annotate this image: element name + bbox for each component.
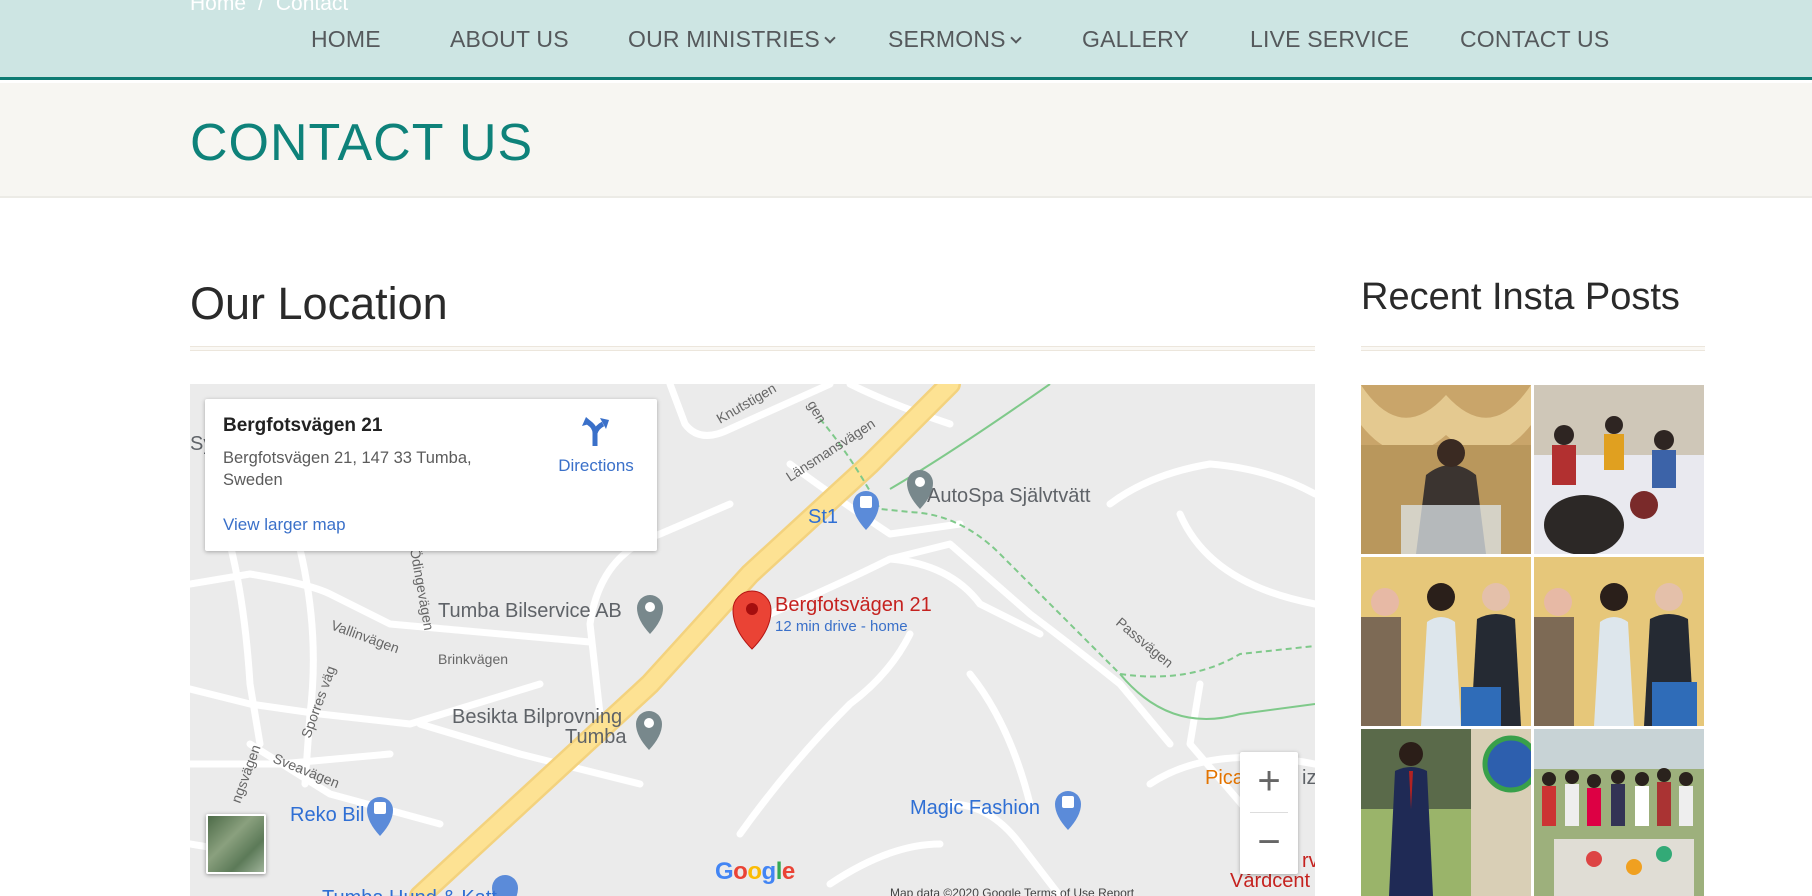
- place-label-autospa[interactable]: AutoSpa Självtvätt: [927, 485, 1090, 508]
- insta-post[interactable]: [1361, 729, 1531, 896]
- insta-divider: [1361, 346, 1705, 351]
- nav-gallery-label: GALLERY: [1082, 26, 1190, 52]
- insta-post[interactable]: [1534, 557, 1704, 726]
- directions-button[interactable]: Directions: [548, 417, 644, 476]
- nav-home-label: HOME: [311, 26, 381, 52]
- google-logo-letter: G: [715, 858, 734, 885]
- insta-post[interactable]: [1534, 729, 1704, 896]
- nav-live-service-label: LIVE SERVICE: [1250, 26, 1410, 52]
- insta-post[interactable]: [1361, 557, 1531, 726]
- nav-our-ministries-label: OUR MINISTRIES: [628, 26, 820, 52]
- location-heading: Our Location: [190, 278, 448, 329]
- google-logo-letter: g: [761, 858, 777, 885]
- directions-icon: [582, 417, 609, 446]
- chevron-down-icon: [824, 32, 836, 44]
- place-label-tumba-bilservice[interactable]: Tumba Bilservice AB: [438, 600, 622, 623]
- satellite-toggle-button[interactable]: [206, 814, 266, 874]
- view-larger-map-link[interactable]: View larger map: [223, 515, 346, 535]
- breadcrumb-home[interactable]: Home: [190, 0, 246, 15]
- nav-home[interactable]: HOME: [311, 26, 381, 53]
- google-logo: Google: [715, 858, 795, 886]
- place-label-pica-tail: iz: [1302, 767, 1315, 789]
- page-title: CONTACT US: [190, 114, 534, 172]
- breadcrumb-separator: /: [258, 0, 264, 15]
- breadcrumb: Home / Contact: [190, 0, 348, 16]
- insta-post-image: [1361, 385, 1531, 554]
- map-info-card: Bergfotsvägen 21 Bergfotsvägen 21, 147 3…: [205, 399, 657, 551]
- place-label-bottom-store[interactable]: Tumba Hund & Katt: [322, 887, 497, 896]
- zoom-in-button[interactable]: +: [1240, 752, 1298, 813]
- place-label-pica[interactable]: Pica: [1205, 767, 1244, 790]
- top-nav-bar: Home / Contact HOME ABOUT US OUR MINISTRIE…: [0, 0, 1812, 80]
- insta-post-image: [1361, 557, 1531, 726]
- insta-post[interactable]: [1361, 385, 1531, 554]
- marker-sublabel: 12 min drive - home: [775, 618, 908, 635]
- breadcrumb-current: Contact: [275, 0, 349, 15]
- nav-contact-us[interactable]: CONTACT US: [1460, 26, 1609, 53]
- nav-about-us-label: ABOUT US: [450, 26, 569, 52]
- place-label-st1[interactable]: St1: [808, 506, 838, 529]
- insta-post-image: [1534, 557, 1704, 726]
- nav-about-us[interactable]: ABOUT US: [450, 26, 569, 53]
- insta-heading: Recent Insta Posts: [1361, 276, 1680, 318]
- place-label-besikta-tumba[interactable]: Tumba: [565, 726, 627, 749]
- map-card-title: Bergfotsvägen 21: [223, 415, 383, 436]
- insta-post-image: [1534, 729, 1704, 896]
- nav-our-ministries[interactable]: OUR MINISTRIES: [628, 26, 836, 53]
- insta-post-image: [1361, 729, 1531, 896]
- nav-live-service[interactable]: LIVE SERVICE: [1250, 26, 1409, 53]
- place-label-vard-tail: rv: [1302, 850, 1315, 872]
- insta-post[interactable]: [1534, 385, 1704, 554]
- nav-contact-us-label: CONTACT US: [1460, 26, 1610, 52]
- map-card-address: Bergfotsvägen 21, 147 33 Tumba, Sweden: [223, 449, 472, 489]
- road-label: Brinkvägen: [438, 651, 508, 667]
- map-zoom-controls: + −: [1240, 752, 1298, 874]
- place-label-reko-bil[interactable]: Reko Bil: [290, 804, 364, 827]
- google-logo-letter: e: [781, 858, 795, 885]
- insta-post-image: [1534, 385, 1704, 554]
- directions-label: Directions: [558, 456, 634, 475]
- location-divider: [190, 346, 1315, 351]
- nav-sermons[interactable]: SERMONS: [888, 26, 1022, 53]
- google-logo-letter: o: [747, 858, 762, 885]
- main-nav: HOME ABOUT US OUR MINISTRIES SERMONS GAL…: [0, 26, 1812, 56]
- marker-label[interactable]: Bergfotsvägen 21: [775, 594, 932, 617]
- nav-sermons-label: SERMONS: [888, 26, 1006, 52]
- google-logo-letter: o: [733, 858, 748, 885]
- embedded-map[interactable]: Knutstigen Länsmansvägen Vallinvägen Bri…: [190, 384, 1315, 896]
- chevron-down-icon: [1010, 32, 1022, 44]
- zoom-out-button[interactable]: −: [1240, 813, 1298, 874]
- map-attribution[interactable]: Map data ©2020 Google Terms of Use Repor…: [890, 886, 1134, 896]
- nav-gallery[interactable]: GALLERY: [1082, 26, 1189, 53]
- page-banner: CONTACT US: [0, 83, 1812, 198]
- place-label-magic-fashion[interactable]: Magic Fashion: [910, 797, 1040, 820]
